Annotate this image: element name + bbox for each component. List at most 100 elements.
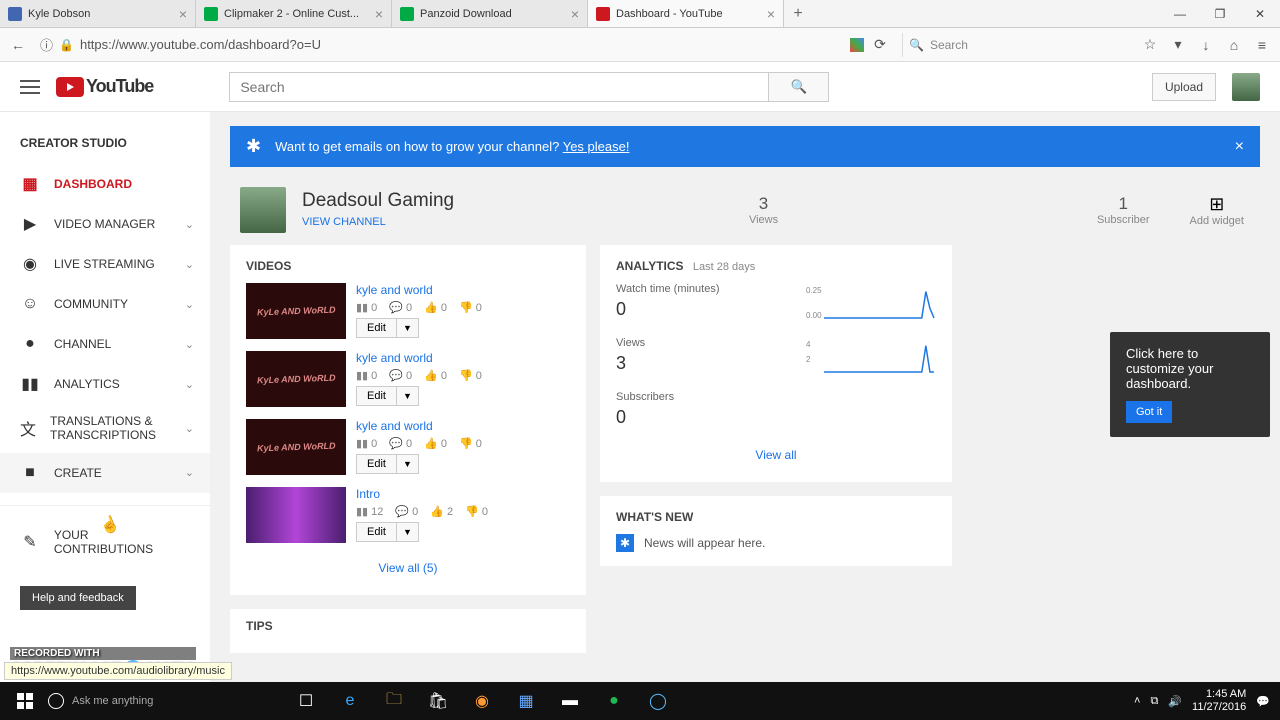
video-title-link[interactable]: Intro <box>356 487 570 501</box>
taskbar-screencast-icon[interactable]: ◯ <box>638 685 678 717</box>
bookmarks-icon[interactable]: ▾ <box>1168 35 1188 55</box>
metric-value: 0 <box>616 299 720 320</box>
view-channel-link[interactable]: VIEW CHANNEL <box>302 216 386 228</box>
stat-label: Views <box>749 214 778 226</box>
notifications-icon[interactable]: 💬 <box>1256 695 1270 708</box>
sidebar-item-create[interactable]: ■ CREATE ⌄ <box>0 453 210 493</box>
close-window-button[interactable]: ✕ <box>1240 0 1280 27</box>
hamburger-icon[interactable] <box>20 80 40 94</box>
browser-search-box[interactable]: 🔍 Search <box>902 33 1132 57</box>
close-icon[interactable]: × <box>1235 138 1244 156</box>
video-thumbnail[interactable]: KyLe AND WoRLD <box>246 283 346 339</box>
bookmark-star-icon[interactable]: ☆ <box>1140 35 1160 55</box>
browser-tab-strip: Kyle Dobson × Clipmaker 2 - Online Cust.… <box>0 0 1280 28</box>
close-icon[interactable]: × <box>767 6 775 22</box>
video-title-link[interactable]: kyle and world <box>356 351 570 365</box>
tab-panzoid[interactable]: Panzoid Download × <box>392 0 588 27</box>
got-it-button[interactable]: Got it <box>1126 401 1172 423</box>
home-icon[interactable]: ⌂ <box>1224 35 1244 55</box>
sidebar-item-channel[interactable]: ● CHANNEL ⌄ <box>0 324 210 364</box>
tray-chevron-icon[interactable]: ˄ <box>1134 695 1140 707</box>
pocket-icon[interactable] <box>850 38 864 52</box>
chevron-down-icon: ⌄ <box>185 298 194 311</box>
video-title-link[interactable]: kyle and world <box>356 283 570 297</box>
downloads-icon[interactable]: ↓ <box>1196 35 1216 55</box>
view-all-analytics-link[interactable]: View all <box>616 442 936 468</box>
sidebar-item-dashboard[interactable]: ▦ DASHBOARD <box>0 164 210 204</box>
news-text: News will appear here. <box>644 536 765 550</box>
taskbar-firefox-icon[interactable]: ◉ <box>462 685 502 717</box>
taskbar-clock[interactable]: 1:45 AM 11/27/2016 <box>1192 688 1246 714</box>
view-all-videos-link[interactable]: View all (5) <box>246 555 570 581</box>
taskbar-explorer-icon[interactable]: 🗀 <box>374 685 414 717</box>
tab-youtube[interactable]: Dashboard - YouTube × <box>588 0 784 27</box>
youtube-logo[interactable]: YouTube <box>56 76 153 97</box>
help-feedback-button[interactable]: Help and feedback <box>20 586 136 610</box>
video-thumbnail[interactable] <box>246 487 346 543</box>
sidebar-item-community[interactable]: ☺ COMMUNITY ⌄ <box>0 284 210 324</box>
sidebar-item-analytics[interactable]: ▮▮ ANALYTICS ⌄ <box>0 364 210 404</box>
cortana-search[interactable]: Ask me anything <box>40 693 280 709</box>
tab-title: Kyle Dobson <box>28 8 173 20</box>
close-icon[interactable]: × <box>571 6 579 22</box>
edit-button[interactable]: Edit <box>356 318 397 338</box>
main-content: ✱ Want to get emails on how to grow your… <box>210 112 1280 682</box>
sidebar-item-translations[interactable]: 文 TRANSLATIONS & TRANSCRIPTIONS ⌄ <box>0 404 210 453</box>
new-tab-button[interactable]: + <box>784 0 812 27</box>
news-item: ✱ News will appear here. <box>616 534 936 552</box>
edit-dropdown-button[interactable]: ▼ <box>397 522 419 542</box>
edit-dropdown-button[interactable]: ▼ <box>397 318 419 338</box>
taskbar-edge-icon[interactable]: e <box>330 685 370 717</box>
avatar[interactable] <box>1232 73 1260 101</box>
upload-button[interactable]: Upload <box>1152 73 1216 101</box>
close-icon[interactable]: × <box>179 6 187 22</box>
edit-button[interactable]: Edit <box>356 522 397 542</box>
contributions-icon: ✎ <box>20 532 40 552</box>
lock-icon: 🔒 <box>59 38 74 52</box>
edit-button[interactable]: Edit <box>356 386 397 406</box>
sidebar-item-video-manager[interactable]: ▶ VIDEO MANAGER ⌄ <box>0 204 210 244</box>
channel-avatar[interactable] <box>240 187 286 233</box>
url-box[interactable]: ⓘ 🔒 https://www.youtube.com/dashboard?o=… <box>36 35 894 55</box>
back-button[interactable]: ← <box>8 35 28 55</box>
videos-panel: VIDEOS KyLe AND WoRLD kyle and world ▮▮ … <box>230 245 586 595</box>
comments-stat: 💬 0 <box>389 437 412 450</box>
search-input[interactable] <box>229 72 769 102</box>
tray-network-icon[interactable]: ⧉ <box>1150 695 1158 708</box>
add-widget-button[interactable]: ⊞ Add widget <box>1174 194 1260 227</box>
video-title-link[interactable]: kyle and world <box>356 419 570 433</box>
edit-dropdown-button[interactable]: ▼ <box>397 386 419 406</box>
taskbar-app-icon[interactable]: ▦ <box>506 685 546 717</box>
search-button[interactable]: 🔍 <box>769 72 829 102</box>
video-thumbnail[interactable]: KyLe AND WoRLD <box>246 419 346 475</box>
taskbar-store-icon[interactable]: 🛍 <box>418 685 458 717</box>
minimize-button[interactable]: — <box>1160 0 1200 27</box>
taskbar-spotify-icon[interactable]: ● <box>594 685 634 717</box>
task-view-icon[interactable]: ☐ <box>286 685 326 717</box>
channel-header: Deadsoul Gaming VIEW CHANNEL 3 Views 1 S… <box>230 183 1260 245</box>
taskbar-cmd-icon[interactable]: ▬ <box>550 685 590 717</box>
reload-button[interactable]: ⟳ <box>870 35 890 55</box>
panel-title: VIDEOS <box>246 259 570 273</box>
start-button[interactable] <box>10 686 40 716</box>
close-icon[interactable]: × <box>375 6 383 22</box>
youtube-favicon <box>596 7 610 21</box>
sidebar-item-live-streaming[interactable]: ◉ LIVE STREAMING ⌄ <box>0 244 210 284</box>
menu-icon[interactable]: ≡ <box>1252 35 1272 55</box>
views-stat: 3 Views <box>725 194 802 226</box>
tab-clipmaker[interactable]: Clipmaker 2 - Online Cust... × <box>196 0 392 27</box>
video-thumbnail[interactable]: KyLe AND WoRLD <box>246 351 346 407</box>
panel-title: TIPS <box>246 619 570 633</box>
search-icon: 🔍 <box>909 38 924 52</box>
edit-dropdown-button[interactable]: ▼ <box>397 454 419 474</box>
banner-link[interactable]: Yes please! <box>563 139 630 154</box>
info-icon[interactable]: ⓘ <box>40 35 53 54</box>
edit-button[interactable]: Edit <box>356 454 397 474</box>
likes-stat: 👍 0 <box>424 437 447 450</box>
tab-facebook[interactable]: Kyle Dobson × <box>0 0 196 27</box>
whats-new-panel: WHAT'S NEW ✱ News will appear here. <box>600 496 952 566</box>
add-widget-icon: ⊞ <box>1190 194 1244 215</box>
maximize-button[interactable]: ❐ <box>1200 0 1240 27</box>
watermark-line1: RECORDED WITH <box>10 647 196 660</box>
tray-volume-icon[interactable]: 🔊 <box>1168 695 1182 708</box>
